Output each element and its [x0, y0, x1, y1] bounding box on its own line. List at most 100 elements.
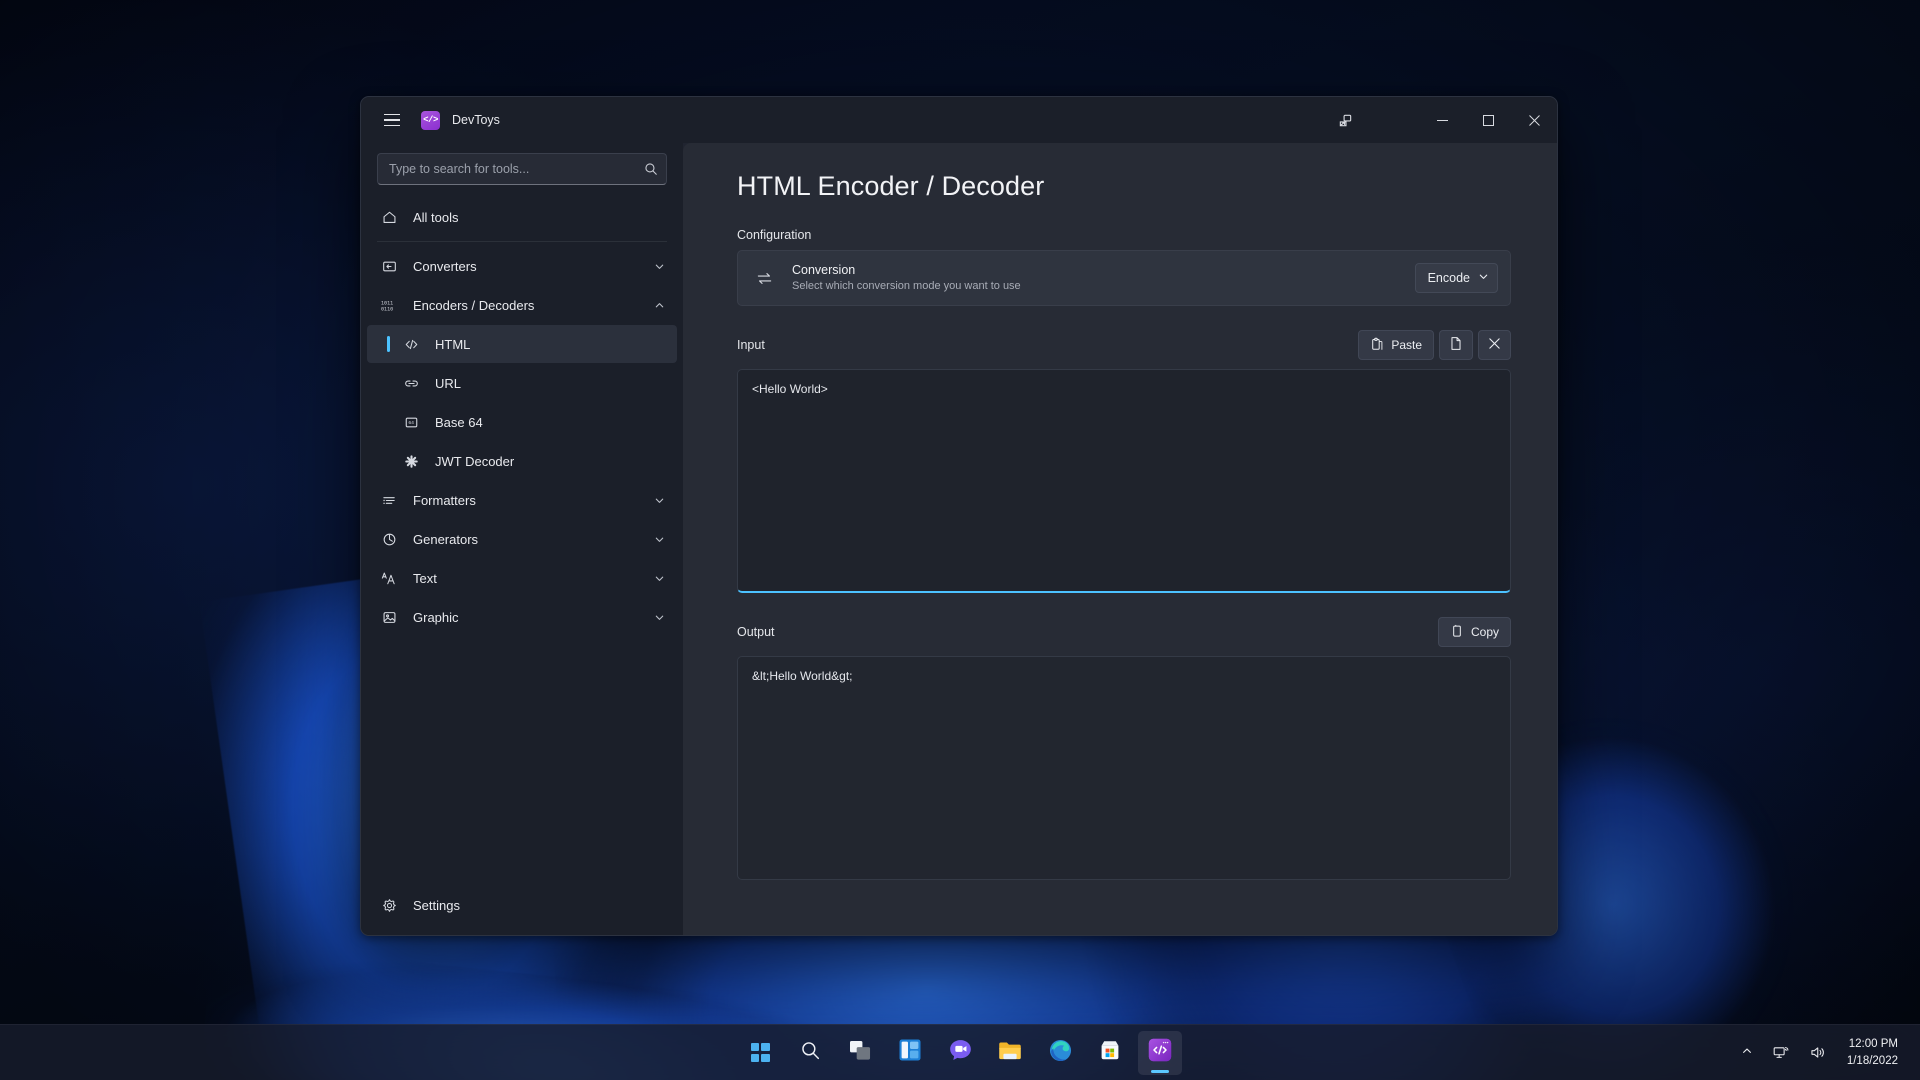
input-textarea[interactable]: <Hello World>: [737, 369, 1511, 593]
chevron-down-icon[interactable]: [654, 261, 665, 272]
sidebar-item-html[interactable]: HTML: [367, 325, 677, 363]
sidebar-item-all-tools[interactable]: All tools: [367, 198, 677, 236]
sidebar-item-label: Text: [413, 570, 437, 586]
sidebar-item-formatters[interactable]: Formatters: [367, 481, 677, 519]
output-toolbar: Copy: [1437, 617, 1511, 647]
sidebar-item-label: Encoders / Decoders: [413, 297, 535, 313]
sidebar-item-base-64[interactable]: 64 Base 64: [367, 403, 677, 441]
show-hidden-icons-button[interactable]: [1733, 1038, 1761, 1068]
image-icon: [379, 610, 399, 625]
converter-icon: [379, 259, 399, 274]
conversion-subtitle: Select which conversion mode you want to…: [792, 280, 1021, 293]
taskbar: 12:00 PM 1/18/2022: [0, 1024, 1920, 1080]
windows-start-icon: [750, 1043, 770, 1062]
code-icon: [401, 337, 421, 352]
conversion-mode-dropdown[interactable]: Encode: [1414, 263, 1498, 293]
taskbar-item-widgets[interactable]: [888, 1031, 932, 1075]
chevron-down-icon[interactable]: [654, 573, 665, 584]
taskbar-item-devtoys[interactable]: [1138, 1030, 1182, 1075]
minimize-button[interactable]: [1419, 97, 1465, 143]
copy-button-label: Copy: [1470, 625, 1499, 639]
window-controls: [1419, 97, 1557, 143]
copy-button[interactable]: Copy: [1437, 617, 1511, 647]
paste-button[interactable]: Paste: [1358, 330, 1434, 360]
chevron-up-icon[interactable]: [654, 300, 665, 311]
desktop: </> DevToys Type to search for tools... …: [0, 0, 1920, 1080]
edge-icon: [1049, 1039, 1072, 1067]
search-input[interactable]: [389, 162, 644, 176]
search-icon[interactable]: [644, 162, 658, 176]
chevron-down-icon[interactable]: [654, 495, 665, 506]
output-textarea[interactable]: &lt;Hello World&gt;: [737, 656, 1511, 880]
link-icon: [401, 376, 421, 391]
binary-icon: 1011 0110: [379, 298, 399, 313]
sidebar-item-label: Settings: [413, 897, 460, 913]
clock-time: 12:00 PM: [1848, 1038, 1898, 1051]
clock-date: 1/18/2022: [1846, 1054, 1898, 1067]
clock[interactable]: 12:00 PM 1/18/2022: [1839, 1032, 1906, 1073]
chevron-up-icon: [1741, 1044, 1753, 1062]
format-icon: [379, 493, 399, 508]
window-title: DevToys: [452, 113, 500, 127]
open-file-button[interactable]: [1439, 330, 1473, 360]
sidebar-item-settings[interactable]: Settings: [367, 886, 677, 924]
svg-text:0110: 0110: [381, 306, 393, 312]
chevron-down-icon[interactable]: [654, 612, 665, 623]
taskbar-item-store[interactable]: [1088, 1031, 1132, 1075]
devtoys-icon: [1148, 1038, 1172, 1067]
taskbar-item-start[interactable]: [738, 1031, 782, 1075]
conversion-setting-card: Conversion Select which conversion mode …: [737, 250, 1511, 306]
gear-icon: [379, 898, 399, 913]
paste-button-label: Paste: [1391, 338, 1422, 352]
text-icon: [379, 571, 399, 586]
devtoys-app-icon: </>: [421, 110, 440, 130]
title-bar-left: </> DevToys: [361, 104, 681, 136]
file-icon: [1449, 336, 1463, 354]
input-toolbar: Paste: [1358, 330, 1511, 360]
network-icon[interactable]: [1765, 1039, 1798, 1066]
clipboard-copy-icon: [1450, 624, 1464, 641]
sidebar-item-label: URL: [435, 375, 462, 391]
search-box[interactable]: [377, 153, 667, 185]
svg-text:64: 64: [408, 420, 414, 426]
taskbar-item-search[interactable]: [788, 1031, 832, 1075]
taskbar-item-edge[interactable]: [1038, 1031, 1082, 1075]
sidebar-item-label: HTML: [435, 336, 471, 352]
sidebar-item-converters[interactable]: Converters: [367, 247, 677, 285]
title-bar: </> DevToys: [361, 97, 1557, 143]
chat-icon: [949, 1039, 972, 1066]
sidebar-item-encoders-decoders[interactable]: 1011 0110 Encoders / Decoders: [367, 286, 677, 324]
taskbar-item-task-view[interactable]: [838, 1031, 882, 1075]
clear-input-button[interactable]: [1478, 330, 1511, 360]
sidebar-item-jwt-decoder[interactable]: JWT Decoder: [367, 442, 677, 480]
taskbar-item-chat[interactable]: [938, 1031, 982, 1075]
sidebar-item-graphic[interactable]: Graphic: [367, 598, 677, 636]
input-label: Input: [737, 338, 765, 352]
maximize-button[interactable]: [1465, 97, 1511, 143]
sidebar-item-label: JWT Decoder: [435, 453, 515, 469]
content-area: HTML Encoder / Decoder Configuration Con…: [683, 143, 1557, 935]
clipboard-paste-icon: [1370, 337, 1384, 354]
sidebar-item-label: Formatters: [413, 492, 476, 508]
system-tray: 12:00 PM 1/18/2022: [1733, 1025, 1920, 1080]
svg-text:1011: 1011: [381, 300, 393, 306]
sidebar-item-label: Generators: [413, 531, 479, 547]
token-icon: [401, 454, 421, 469]
input-header: Input Paste: [737, 328, 1511, 362]
sidebar-item-text[interactable]: Text: [367, 559, 677, 597]
compact-overlay-icon[interactable]: [1323, 113, 1367, 128]
store-icon: [1099, 1039, 1121, 1066]
widgets-icon: [899, 1039, 921, 1066]
sidebar-item-label: All tools: [413, 209, 459, 225]
taskbar-item-file-explorer[interactable]: [988, 1031, 1032, 1075]
close-button[interactable]: [1511, 97, 1557, 143]
volume-icon[interactable]: [1802, 1039, 1835, 1066]
chevron-down-icon: [1478, 271, 1489, 285]
sidebar-item-generators[interactable]: Generators: [367, 520, 677, 558]
sidebar-item-url[interactable]: URL: [367, 364, 677, 402]
chevron-down-icon[interactable]: [654, 534, 665, 545]
close-icon: [1488, 337, 1501, 353]
sidebar-divider: [377, 241, 667, 242]
hamburger-icon[interactable]: [375, 104, 409, 136]
page-title: HTML Encoder / Decoder: [737, 171, 1045, 201]
